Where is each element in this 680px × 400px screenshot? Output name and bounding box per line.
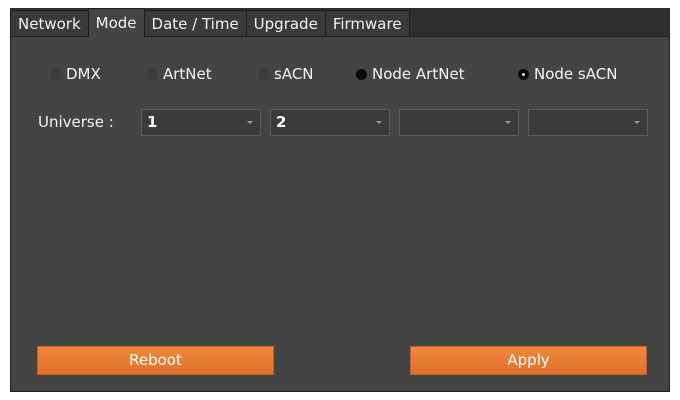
universe-select-4[interactable]: [528, 109, 648, 136]
mode-panel: [10, 36, 670, 392]
radio-dmx[interactable]: DMX: [50, 63, 101, 85]
radio-dmx-indicator-icon: [50, 68, 61, 80]
reboot-button[interactable]: Reboot: [37, 346, 274, 375]
radio-sacn[interactable]: sACN: [258, 63, 314, 85]
tab-bar: Network Mode Date / Time Upgrade Firmwar…: [10, 8, 410, 37]
radio-node-sacn[interactable]: Node sACN: [518, 63, 617, 85]
radio-node-sacn-label: Node sACN: [534, 65, 618, 83]
apply-button[interactable]: Apply: [410, 346, 647, 375]
radio-sacn-label: sACN: [274, 65, 314, 83]
radio-artnet-label: ArtNet: [163, 65, 212, 83]
universe-select-1-value: 1: [147, 113, 158, 131]
chevron-down-icon: [505, 121, 511, 124]
universe-select-2-value: 2: [276, 113, 287, 131]
radio-sacn-indicator-icon: [258, 68, 269, 80]
tab-network[interactable]: Network: [10, 10, 89, 37]
tab-firmware[interactable]: Firmware: [324, 10, 410, 37]
chevron-down-icon: [376, 121, 382, 124]
radio-node-artnet-label: Node ArtNet: [372, 65, 465, 83]
universe-select-2[interactable]: 2: [270, 109, 390, 136]
universe-select-1[interactable]: 1: [141, 109, 261, 136]
tab-mode[interactable]: Mode: [87, 8, 145, 37]
radio-dmx-label: DMX: [66, 65, 101, 83]
radio-node-artnet-indicator-icon: [356, 68, 367, 80]
tab-date-time[interactable]: Date / Time: [143, 10, 247, 37]
radio-node-artnet[interactable]: Node ArtNet: [356, 63, 465, 85]
chevron-down-icon: [634, 121, 640, 124]
radio-artnet-indicator-icon: [147, 68, 158, 80]
chevron-down-icon: [247, 121, 253, 124]
universe-label: Universe :: [38, 113, 114, 131]
tab-upgrade[interactable]: Upgrade: [245, 10, 326, 37]
radio-artnet[interactable]: ArtNet: [147, 63, 212, 85]
radio-node-sacn-indicator-icon: [518, 68, 529, 80]
universe-select-3[interactable]: [399, 109, 519, 136]
mode-radio-group: DMX ArtNet sACN Node ArtNet Node sACN: [40, 63, 640, 85]
